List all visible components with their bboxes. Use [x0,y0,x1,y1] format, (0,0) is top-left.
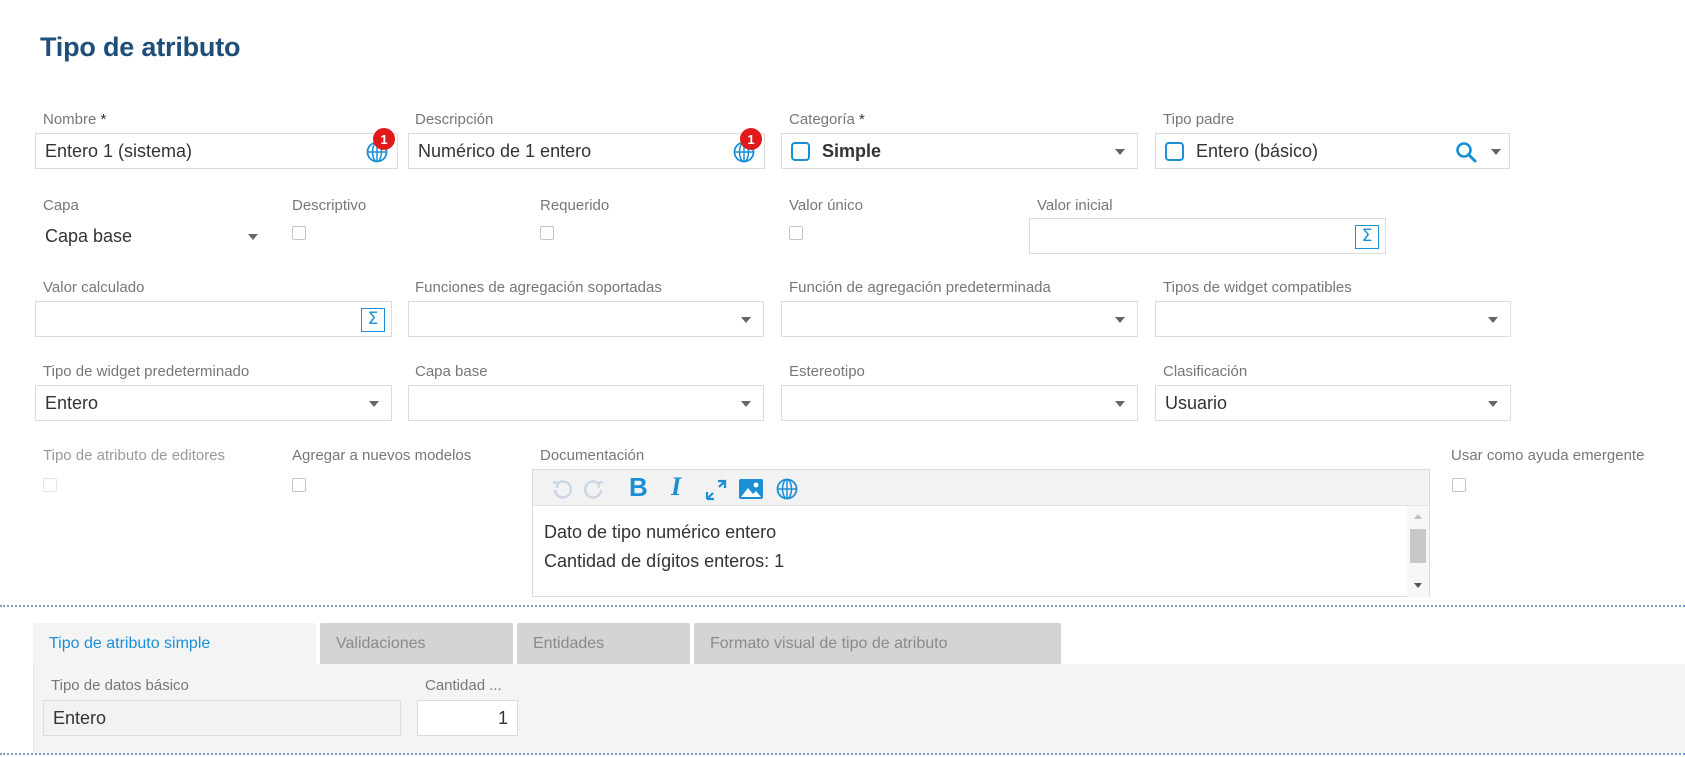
type-square-icon [1165,141,1184,161]
chevron-down-icon [1488,401,1498,407]
documentacion-text[interactable]: Dato de tipo numérico entero Cantidad de… [544,518,784,576]
estereotipo-label: Estereotipo [789,363,865,380]
valor-inicial-label: Valor inicial [1037,197,1113,214]
funcion-predeterminada-label: Función de agregación predeterminada [789,279,1051,296]
agregar-modelos-label: Agregar a nuevos modelos [292,447,472,464]
nombre-label: Nombre * [43,111,107,128]
redo-icon[interactable] [583,478,605,500]
funcion-predeterminada-select[interactable] [781,301,1138,337]
capa-select[interactable]: Capa base [35,218,271,254]
descripcion-field[interactable]: Numérico de 1 entero 1 [408,128,765,169]
editor-toolbar: B I [533,470,1429,506]
tipo-datos-value: Entero [53,707,107,728]
chevron-down-icon[interactable] [1491,149,1501,155]
clasificacion-value: Usuario [1165,392,1228,413]
cantidad-value: 1 [497,707,508,728]
tab-tipo-atributo-simple[interactable]: Tipo de atributo simple [33,623,316,664]
italic-icon[interactable]: I [671,472,681,502]
categoria-label: Categoría * [789,111,865,128]
bottom-divider [0,753,1685,755]
cantidad-label: Cantidad ... [425,677,502,694]
tipo-editores-checkbox [43,478,57,492]
tab-panel: Tipo de datos básico Entero Cantidad ...… [33,664,1685,754]
chevron-down-icon [1115,401,1125,407]
clasificacion-select[interactable]: Usuario [1155,385,1511,421]
expand-icon[interactable] [704,478,728,502]
valor-calculado-label: Valor calculado [43,279,145,296]
capa-base-select[interactable] [408,385,764,421]
tipo-padre-field[interactable]: Entero (básico) [1155,133,1510,169]
funciones-agregacion-select[interactable] [408,301,764,337]
chevron-down-icon [1115,149,1125,155]
documentacion-editor[interactable]: B I Dato de tipo numérico entero Cantida… [532,469,1430,597]
undo-icon[interactable] [551,478,573,500]
sigma-icon[interactable]: Σ [1355,225,1379,249]
tipo-datos-label: Tipo de datos básico [51,677,189,694]
tab-entidades[interactable]: Entidades [517,623,690,664]
scroll-down-icon[interactable] [1414,583,1422,588]
tab-validaciones[interactable]: Validaciones [320,623,513,664]
chevron-down-icon [741,317,751,323]
cantidad-field[interactable]: 1 [417,700,518,736]
tipo-padre-label: Tipo padre [1163,111,1235,128]
capa-value: Capa base [45,225,133,246]
tipo-editores-label: Tipo de atributo de editores [43,447,226,464]
capa-label: Capa [43,197,79,214]
bold-icon[interactable]: B [629,472,648,503]
chevron-down-icon [741,401,751,407]
requerido-checkbox[interactable] [540,226,554,240]
nombre-field[interactable]: Entero 1 (sistema) 1 [35,128,398,169]
scroll-thumb[interactable] [1410,529,1426,563]
chevron-down-icon [248,234,258,240]
descriptivo-checkbox[interactable] [292,226,306,240]
ayuda-emergente-label: Usar como ayuda emergente [1451,447,1645,464]
nombre-value: Entero 1 (sistema) [45,140,193,161]
chevron-down-icon [369,401,379,407]
type-square-icon [791,141,810,161]
valor-inicial-field[interactable]: Σ [1029,218,1386,254]
translation-badge: 1 [740,128,762,150]
agregar-modelos-checkbox[interactable] [292,478,306,492]
documentacion-label: Documentación [540,447,645,464]
descriptivo-label: Descriptivo [292,197,367,214]
doc-line: Cantidad de dígitos enteros: 1 [544,551,785,571]
requerido-label: Requerido [540,197,610,214]
search-icon[interactable] [1455,141,1477,163]
globe-icon[interactable] [775,477,799,501]
image-icon[interactable] [738,477,764,501]
ayuda-emergente-checkbox[interactable] [1452,478,1466,492]
funciones-agregacion-label: Funciones de agregación soportadas [415,279,662,296]
chevron-down-icon [1488,317,1498,323]
chevron-down-icon [1115,317,1125,323]
descripcion-value: Numérico de 1 entero [418,140,592,161]
valor-unico-label: Valor único [789,197,863,214]
valor-unico-checkbox[interactable] [789,226,803,240]
tipos-widget-label: Tipos de widget compatibles [1163,279,1352,296]
widget-predeterminado-value: Entero [45,392,99,413]
capa-base-label: Capa base [415,363,488,380]
tipos-widget-select[interactable] [1155,301,1511,337]
scrollbar[interactable] [1407,506,1429,597]
tipo-datos-field: Entero [43,700,401,736]
categoria-select[interactable]: Simple [781,133,1138,169]
clasificacion-label: Clasificación [1163,363,1248,380]
scroll-up-icon[interactable] [1414,514,1422,519]
doc-line: Dato de tipo numérico entero [544,522,777,542]
translation-badge: 1 [373,128,395,150]
tipo-padre-value: Entero (básico) [1196,140,1319,161]
descripcion-label: Descripción [415,111,494,128]
page-title: Tipo de atributo [40,32,241,62]
estereotipo-select[interactable] [781,385,1138,421]
tab-formato-visual[interactable]: Formato visual de tipo de atributo [694,623,1061,664]
categoria-value: Simple [822,140,882,161]
widget-predeterminado-select[interactable]: Entero [35,385,392,421]
valor-calculado-field[interactable]: Σ [35,301,392,337]
section-divider [0,605,1685,607]
widget-predeterminado-label: Tipo de widget predeterminado [43,363,250,380]
sigma-icon[interactable]: Σ [361,308,385,332]
